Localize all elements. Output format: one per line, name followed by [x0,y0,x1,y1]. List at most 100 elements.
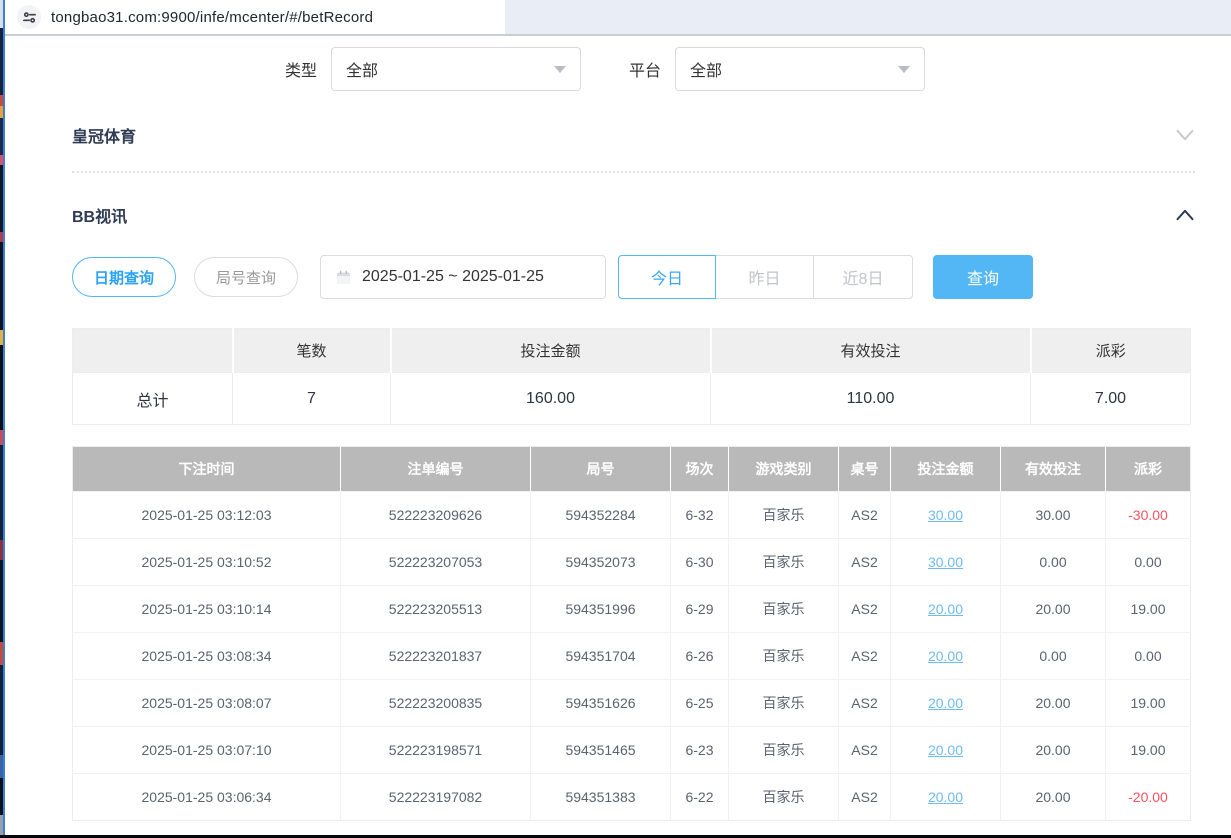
round-no: 594352284 [531,492,671,539]
valid-bet: 30.00 [1001,492,1106,539]
bet-records-table: 下注时间 注单编号 局号 场次 游戏类别 桌号 投注金额 有效投注 派彩 202… [72,446,1191,821]
type-filter-value: 全部 [346,57,378,81]
payout: 19.00 [1106,727,1191,774]
section-divider [72,171,1195,173]
bet-amount-link[interactable]: 20.00 [928,695,963,711]
table-no: AS2 [839,492,891,539]
col-header-round-no: 局号 [531,447,671,492]
bet-amount-link[interactable]: 20.00 [928,601,963,617]
summary-header-valid-bet: 有效投注 [711,329,1031,373]
summary-total-label: 总计 [73,373,233,425]
section-title: BB视讯 [72,203,127,227]
table-no: AS2 [839,680,891,727]
browser-top-bar: tongbao31.com:9900/infe/mcenter/#/betRec… [5,0,1231,36]
table-row: 2025-01-25 03:08:34 522223201837 5943517… [73,633,1191,680]
session: 6-22 [671,774,729,821]
payout: 19.00 [1106,680,1191,727]
bet-time: 2025-01-25 03:10:52 [73,539,341,586]
bet-time: 2025-01-25 03:07:10 [73,727,341,774]
platform-filter-select[interactable]: 全部 [675,47,925,91]
search-button[interactable]: 查询 [933,255,1033,299]
valid-bet: 20.00 [1001,680,1106,727]
summary-header-row: 笔数 投注金额 有效投注 派彩 [73,329,1191,373]
type-filter-select[interactable]: 全部 [331,47,581,91]
round-no: 594351626 [531,680,671,727]
payout: 0.00 [1106,633,1191,680]
payout: 19.00 [1106,586,1191,633]
today-button[interactable]: 今日 [618,255,716,299]
quick-date-group: 今日 昨日 近8日 [618,255,913,299]
order-no: 522223207053 [341,539,531,586]
payout: -20.00 [1106,774,1191,821]
summary-table: 笔数 投注金额 有效投注 派彩 总计 7 160.00 110.00 7.00 [72,328,1191,425]
order-no: 522223205513 [341,586,531,633]
table-no: AS2 [839,586,891,633]
order-no: 522223197082 [341,774,531,821]
bet-time: 2025-01-25 03:08:34 [73,633,341,680]
game-type: 百家乐 [729,680,839,727]
query-toolbar: 日期查询 局号查询 2025-01-25 ~ 2025-01-25 今日 昨日 … [72,255,1195,299]
game-type: 百家乐 [729,633,839,680]
game-type: 百家乐 [729,727,839,774]
summary-bets-count: 7 [233,373,391,425]
summary-header-payout: 派彩 [1031,329,1191,373]
col-header-table-no: 桌号 [839,447,891,492]
bet-table-header-row: 下注时间 注单编号 局号 场次 游戏类别 桌号 投注金额 有效投注 派彩 [73,447,1191,492]
order-no: 522223201837 [341,633,531,680]
bet-time: 2025-01-25 03:08:07 [73,680,341,727]
last-8-days-button[interactable]: 近8日 [814,256,912,298]
round-no: 594351465 [531,727,671,774]
dropdown-caret-icon [554,66,566,73]
col-header-bet-amount: 投注金额 [891,447,1001,492]
filter-row: 类型 全部 平台 全部 [285,47,1195,91]
address-bar[interactable]: tongbao31.com:9900/infe/mcenter/#/betRec… [5,0,505,34]
table-row: 2025-01-25 03:10:14 522223205513 5943519… [73,586,1191,633]
section-bb-video[interactable]: BB视讯 [72,195,1195,235]
window-edge [3,0,5,838]
section-title: 皇冠体育 [72,123,136,147]
order-no: 522223209626 [341,492,531,539]
session: 6-23 [671,727,729,774]
table-row: 2025-01-25 03:10:52 522223207053 5943520… [73,539,1191,586]
session: 6-30 [671,539,729,586]
payout: 0.00 [1106,539,1191,586]
bet-amount-link[interactable]: 20.00 [928,742,963,758]
bet-amount-link[interactable]: 30.00 [928,507,963,523]
bet-amount-link[interactable]: 20.00 [928,789,963,805]
session: 6-32 [671,492,729,539]
bet-amount-link[interactable]: 20.00 [928,648,963,664]
section-crown-sports[interactable]: 皇冠体育 [72,115,1195,155]
url-text[interactable]: tongbao31.com:9900/infe/mcenter/#/betRec… [51,9,373,26]
session: 6-29 [671,586,729,633]
calendar-icon [335,269,352,286]
site-settings-icon[interactable] [17,5,41,29]
game-type: 百家乐 [729,539,839,586]
table-row: 2025-01-25 03:07:10 522223198571 5943514… [73,727,1191,774]
table-row: 2025-01-25 03:12:03 522223209626 5943522… [73,492,1191,539]
summary-header-count: 笔数 [233,329,391,373]
valid-bet: 20.00 [1001,727,1106,774]
chevron-down-icon[interactable] [1175,128,1195,142]
bet-time: 2025-01-25 03:12:03 [73,492,341,539]
valid-bet: 0.00 [1001,539,1106,586]
date-range-picker[interactable]: 2025-01-25 ~ 2025-01-25 [320,255,606,299]
valid-bet: 0.00 [1001,633,1106,680]
round-no: 594351383 [531,774,671,821]
col-header-session: 场次 [671,447,729,492]
round-query-tab[interactable]: 局号查询 [194,257,298,297]
valid-bet: 20.00 [1001,774,1106,821]
date-range-value: 2025-01-25 ~ 2025-01-25 [362,268,544,286]
yesterday-button[interactable]: 昨日 [716,256,814,298]
chevron-up-icon[interactable] [1175,208,1195,222]
col-header-bet-time: 下注时间 [73,447,341,492]
bet-amount-link[interactable]: 30.00 [928,554,963,570]
table-no: AS2 [839,774,891,821]
col-header-valid-bet: 有效投注 [1001,447,1106,492]
bet-time: 2025-01-25 03:10:14 [73,586,341,633]
session: 6-26 [671,633,729,680]
round-no: 594352073 [531,539,671,586]
dropdown-caret-icon [898,66,910,73]
date-query-tab[interactable]: 日期查询 [72,257,176,297]
summary-valid-bet: 110.00 [711,373,1031,425]
game-type: 百家乐 [729,774,839,821]
